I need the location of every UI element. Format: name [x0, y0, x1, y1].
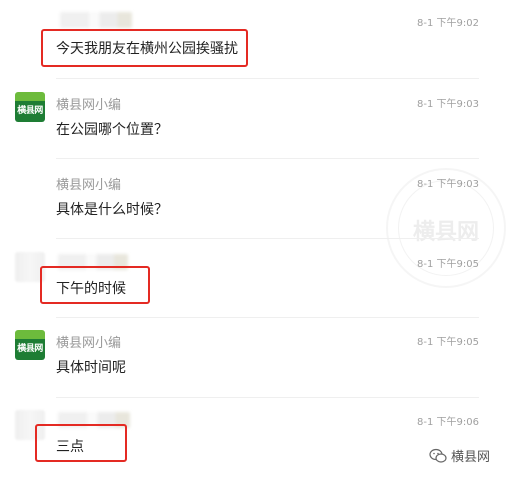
message-item: 8-1 下午9:06 三点 [0, 398, 508, 477]
sender-name-blurred [60, 12, 132, 28]
footer-label: 横县网 [450, 450, 490, 465]
highlight-box [35, 424, 127, 462]
account-footer[interactable]: 横县网 [429, 446, 490, 465]
message-item: 横县网 横县网小编 8-1 下午9:03 在公园哪个位置？ [0, 80, 508, 160]
divider [56, 78, 479, 79]
message-time: 8-1 下午9:02 [417, 18, 479, 29]
wechat-icon [429, 448, 447, 463]
message-time: 8-1 下午9:05 [417, 259, 479, 270]
message-text: 在公园哪个位置？ [56, 122, 168, 138]
highlight-box [40, 266, 150, 304]
message-text: 具体时间呢 [56, 360, 126, 376]
divider [56, 158, 479, 159]
sender-name[interactable]: 横县网小编 [56, 94, 121, 113]
message-time: 8-1 下午9:03 [417, 179, 479, 190]
avatar[interactable]: 横县网 [15, 330, 45, 360]
message-time: 8-1 下午9:03 [417, 99, 479, 110]
message-text: 具体是什么时候？ [56, 202, 168, 218]
avatar[interactable]: 横县网 [15, 92, 45, 122]
message-item: 横县网小编 8-1 下午9:03 具体是什么时候？ [0, 160, 508, 240]
message-time: 8-1 下午9:05 [417, 337, 479, 348]
highlight-box [41, 29, 248, 67]
message-item: 8-1 下午9:05 下午的时候 [0, 240, 508, 318]
sender-name[interactable]: 横县网小编 [56, 174, 121, 193]
message-item: 横县网 横县网小编 8-1 下午9:05 具体时间呢 [0, 318, 508, 398]
sender-name[interactable]: 横县网小编 [56, 332, 121, 351]
divider [56, 238, 479, 239]
message-time: 8-1 下午9:06 [417, 417, 479, 428]
message-item: 8-1 下午9:02 今天我朋友在横州公园挨骚扰 [0, 0, 508, 80]
